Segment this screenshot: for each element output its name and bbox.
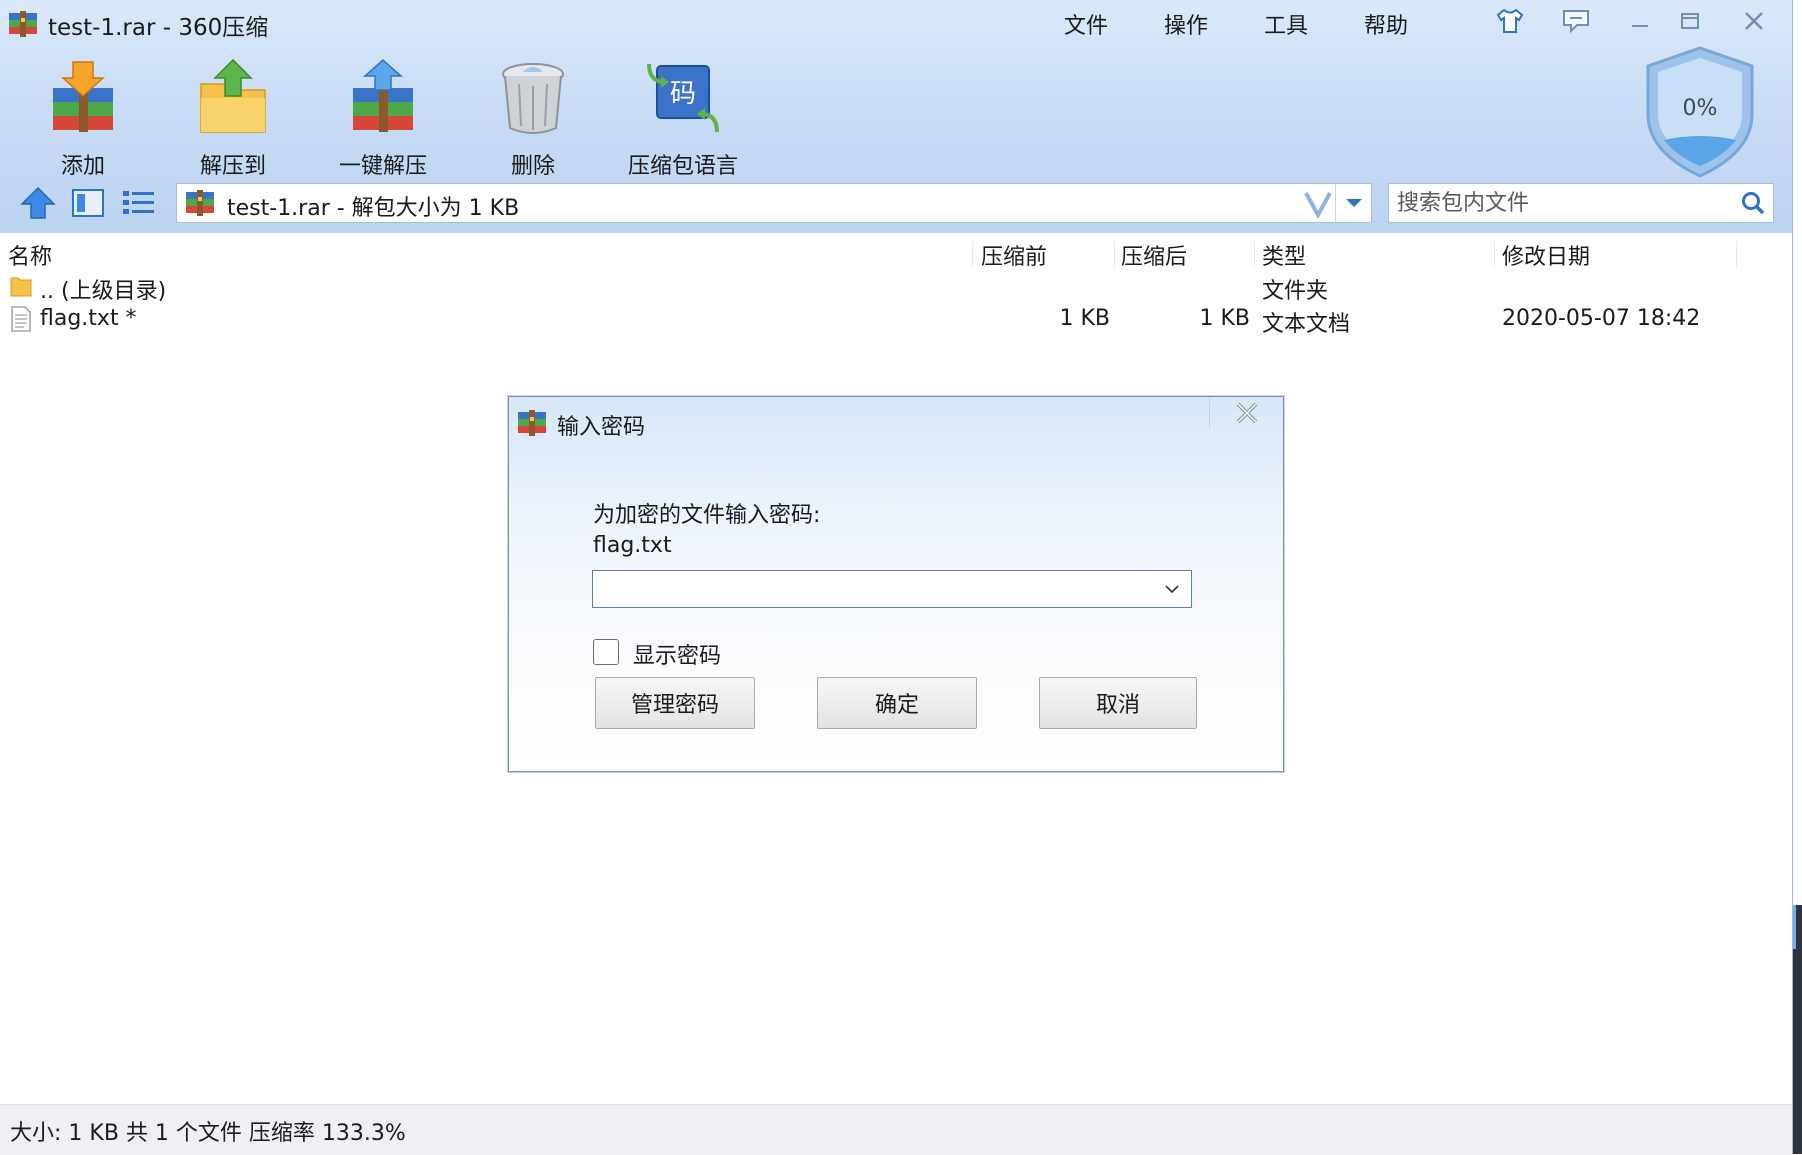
file-name: flag.txt *: [40, 306, 137, 331]
title-bar: test-1.rar - 360压缩 文件 操作 工具 帮助: [0, 0, 1792, 46]
menu-tools[interactable]: 工具: [1264, 8, 1308, 40]
maximize-icon: [1681, 13, 1699, 29]
password-history-dropdown[interactable]: [1153, 571, 1191, 607]
cancel-button[interactable]: 取消: [1039, 677, 1197, 729]
file-modified: 2020-05-07 18:42: [1502, 306, 1701, 331]
file-size-after: 1 KB: [1199, 306, 1250, 331]
column-before[interactable]: 压缩前: [981, 239, 1047, 271]
archive-language-icon: 码: [647, 63, 719, 133]
message-icon: [1563, 10, 1589, 34]
toolbar-archive-language-label: 压缩包语言: [627, 154, 738, 179]
up-level-button[interactable]: [18, 185, 58, 221]
security-shield[interactable]: 0%: [1640, 44, 1760, 180]
caret-down-icon: [1346, 199, 1362, 207]
column-separator[interactable]: [1114, 241, 1115, 267]
status-bar: 大小: 1 KB 共 1 个文件 压缩率 133.3%: [0, 1104, 1792, 1155]
window-title: test-1.rar - 360压缩: [48, 15, 269, 41]
view-thumbnail-button[interactable]: [68, 185, 108, 221]
background-window-accent: [1793, 905, 1796, 949]
toolbar-extract-to-button[interactable]: 解压到: [168, 58, 298, 180]
encrypted-filename: flag.txt: [593, 533, 672, 558]
minimize-button[interactable]: [1620, 4, 1660, 38]
thumbnail-view-icon: [72, 189, 104, 217]
show-password-label[interactable]: 显示密码: [633, 638, 721, 670]
status-text: 大小: 1 KB 共 1 个文件 压缩率 133.3%: [10, 1121, 406, 1146]
column-separator[interactable]: [1494, 241, 1495, 267]
view-list-button[interactable]: [118, 185, 158, 221]
feedback-button[interactable]: [1556, 4, 1596, 38]
file-type: 文件夹: [1262, 279, 1329, 304]
svg-text:码: 码: [670, 79, 696, 109]
search-button[interactable]: [1733, 184, 1773, 222]
search-input[interactable]: [1389, 184, 1729, 222]
column-separator[interactable]: [972, 241, 973, 267]
address-text: test-1.rar - 解包大小为 1 KB: [227, 196, 520, 221]
shirt-icon: [1496, 8, 1524, 33]
column-separator[interactable]: [1254, 241, 1255, 267]
manage-password-button[interactable]: 管理密码: [595, 677, 755, 729]
file-type: 文本文档: [1262, 312, 1351, 337]
column-name[interactable]: 名称: [8, 239, 52, 271]
menu-operate[interactable]: 操作: [1164, 8, 1208, 40]
file-name: .. (上级目录): [40, 279, 167, 304]
password-combobox[interactable]: [592, 570, 1192, 608]
arrow-up-icon: [20, 186, 56, 219]
add-archive-icon: [53, 61, 113, 132]
toolbar-add-button[interactable]: 添加: [18, 58, 148, 180]
ok-button[interactable]: 确定: [817, 677, 977, 729]
password-input[interactable]: [593, 571, 1153, 607]
dialog-title: 输入密码: [557, 415, 646, 440]
verified-icon[interactable]: [1303, 188, 1333, 218]
search-icon: [1742, 192, 1765, 215]
column-type[interactable]: 类型: [1262, 239, 1306, 271]
search-box[interactable]: [1388, 183, 1774, 223]
password-prompt: 为加密的文件输入密码:: [593, 503, 821, 528]
menu-help[interactable]: 帮助: [1364, 8, 1408, 40]
column-modified[interactable]: 修改日期: [1502, 239, 1590, 271]
app-window: test-1.rar - 360压缩 文件 操作 工具 帮助 添加 解压到 一键…: [0, 0, 1793, 1155]
table-row[interactable]: flag.txt * 1 KB 1 KB 文本文档 2020-05-07 18:…: [0, 303, 1792, 337]
toolbar-add-label: 添加: [60, 154, 105, 179]
shield-percent: 0%: [1682, 96, 1718, 121]
close-button[interactable]: [1734, 4, 1774, 38]
dialog-close-button[interactable]: [1209, 397, 1284, 429]
toolbar-extract-to-label: 解压到: [199, 154, 266, 179]
menu-file[interactable]: 文件: [1064, 8, 1108, 40]
list-view-icon: [123, 191, 154, 214]
skin-button[interactable]: [1490, 4, 1530, 38]
one-click-extract-icon: [353, 58, 413, 132]
extract-to-icon: [200, 58, 266, 133]
close-icon: [1236, 402, 1258, 424]
dialog-logo-icon: [518, 410, 546, 436]
app-logo-icon: [9, 11, 37, 37]
column-separator[interactable]: [1736, 241, 1737, 267]
chevron-down-icon: [1165, 585, 1179, 594]
toolbar-delete-button[interactable]: 删除: [468, 58, 598, 180]
header: test-1.rar - 360压缩 文件 操作 工具 帮助 添加 解压到 一键…: [0, 0, 1792, 233]
toolbar-one-click-extract-label: 一键解压: [338, 154, 427, 179]
archive-icon: [186, 190, 214, 216]
maximize-button[interactable]: [1670, 4, 1710, 38]
minimize-icon: [1632, 25, 1648, 27]
address-dropdown-button[interactable]: [1335, 184, 1372, 222]
show-password-checkbox[interactable]: [593, 639, 619, 665]
table-row[interactable]: .. (上级目录) 文件夹: [0, 270, 1792, 304]
file-list-header: 名称 压缩前 压缩后 类型 修改日期: [0, 235, 1792, 271]
password-dialog: 输入密码 为加密的文件输入密码: flag.txt 显示密码 管理密码 确定 取…: [508, 396, 1284, 772]
text-file-icon: [11, 306, 31, 332]
file-size-before: 1 KB: [1059, 306, 1110, 331]
close-icon: [1745, 12, 1763, 30]
delete-trash-icon: [502, 63, 564, 134]
toolbar-archive-language-button[interactable]: 码 压缩包语言: [618, 58, 748, 180]
folder-icon: [10, 277, 32, 297]
toolbar-one-click-extract-button[interactable]: 一键解压: [318, 58, 448, 180]
toolbar-delete-label: 删除: [510, 154, 555, 179]
column-after[interactable]: 压缩后: [1121, 239, 1187, 271]
address-bar[interactable]: test-1.rar - 解包大小为 1 KB: [176, 183, 1372, 223]
